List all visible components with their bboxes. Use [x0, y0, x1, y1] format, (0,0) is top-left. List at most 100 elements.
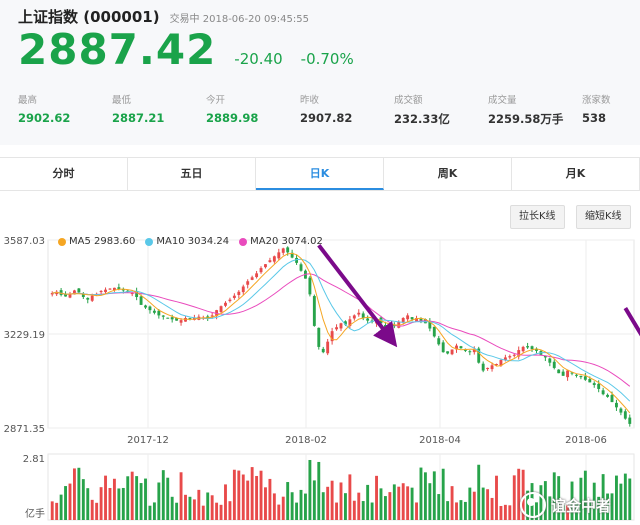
candle-body — [228, 299, 232, 302]
candle-body — [86, 297, 90, 300]
volume-bar — [379, 488, 383, 520]
candle-body — [335, 327, 339, 330]
candle-body — [410, 317, 414, 320]
volume-bar — [215, 502, 219, 520]
candle-body — [366, 318, 370, 321]
candle-body — [77, 288, 81, 293]
volume-bar — [397, 486, 401, 520]
candle-body — [592, 383, 596, 386]
candle-body — [481, 363, 485, 371]
volume-bar — [486, 489, 490, 520]
volume-bar — [321, 492, 325, 520]
volume-bar — [81, 479, 85, 520]
candle-body — [246, 281, 250, 285]
volume-bar — [268, 478, 272, 520]
volume-bar — [50, 501, 54, 520]
volume-bar — [406, 486, 410, 520]
candle-body — [597, 383, 601, 389]
candle-body — [610, 395, 614, 403]
volume-bar — [272, 493, 276, 520]
candle-body — [286, 247, 290, 253]
x-tick-label: 2018-04 — [419, 435, 461, 446]
candle-body — [277, 252, 281, 259]
volume-bar — [112, 478, 116, 520]
volume-bar — [228, 501, 232, 520]
volume-bar — [410, 487, 414, 520]
candle-body — [508, 356, 512, 358]
legend-label: MA5 2983.60 — [69, 236, 136, 247]
volume-bar — [68, 483, 72, 520]
candle-body — [264, 264, 267, 268]
candle-body — [490, 365, 494, 370]
candle-body — [326, 341, 330, 354]
volume-bar — [232, 469, 236, 520]
volume-bar — [86, 488, 90, 520]
volume-bar — [166, 477, 170, 520]
volume-bar — [446, 501, 450, 520]
candle-body — [179, 320, 183, 323]
candle-body — [552, 361, 556, 368]
candle-body — [468, 351, 472, 353]
volume-bar — [357, 492, 361, 520]
candle-body — [628, 417, 632, 424]
volume-bar — [161, 470, 165, 520]
legend-label: MA10 3034.24 — [156, 236, 230, 247]
volume-unit-label: 亿手 — [25, 507, 45, 520]
candle-body — [512, 354, 516, 356]
volume-bar — [241, 474, 245, 520]
volume-bar — [90, 499, 94, 520]
ma-legend: MA5 2983.60 MA10 3034.24 MA20 3074.02 — [58, 236, 323, 247]
candle-body — [268, 260, 272, 263]
volume-bar — [121, 487, 125, 520]
volume-bar — [152, 502, 156, 520]
candle-body — [432, 326, 436, 337]
volume-bar — [95, 502, 99, 520]
volume-bar — [623, 473, 627, 520]
volume-bar — [237, 470, 241, 520]
volume-bar — [388, 492, 392, 520]
y-tick-label: 2871.35 — [4, 424, 45, 435]
annotation-arrow — [317, 244, 398, 348]
candle-body — [308, 277, 312, 295]
candle-body — [526, 346, 530, 348]
candle-body — [272, 256, 276, 262]
candle-body — [139, 296, 143, 305]
candle-body — [606, 394, 610, 397]
volume-bar — [428, 483, 432, 520]
ma20-dot-icon — [239, 237, 248, 246]
candle-body — [561, 371, 565, 376]
candle-body — [619, 408, 623, 413]
candle-body — [170, 317, 174, 320]
y-tick-label: 3229.19 — [4, 330, 45, 341]
volume-bar — [277, 504, 281, 520]
volume-bar — [77, 467, 81, 520]
candle-body — [241, 286, 245, 293]
x-tick-label: 2017-12 — [127, 435, 169, 446]
candle-body — [312, 296, 316, 326]
volume-bar — [99, 487, 103, 520]
watermark: 谊金中者 — [520, 492, 611, 518]
candle-body — [352, 315, 356, 319]
candle-body — [406, 315, 410, 320]
legend-label: MA20 3074.02 — [250, 236, 323, 247]
volume-bar — [188, 496, 192, 520]
volume-bar — [175, 502, 179, 520]
volume-bar — [206, 492, 210, 520]
volume-bar — [401, 483, 405, 520]
volume-bar — [201, 505, 205, 520]
volume-bar — [375, 475, 378, 520]
volume-bar — [148, 505, 152, 520]
candle-body — [317, 327, 321, 347]
legend-ma10: MA10 3034.24 — [145, 236, 229, 247]
candle-body — [152, 310, 156, 313]
volume-bar — [139, 483, 143, 520]
watermark-logo-icon — [520, 492, 546, 518]
volume-bar — [55, 502, 59, 520]
volume-bar — [490, 497, 494, 520]
candle-body — [450, 349, 454, 355]
volume-bar — [343, 493, 347, 520]
volume-bar — [361, 501, 365, 520]
candle-body — [148, 306, 152, 311]
volume-bar — [455, 502, 458, 520]
candle-body — [99, 290, 103, 293]
